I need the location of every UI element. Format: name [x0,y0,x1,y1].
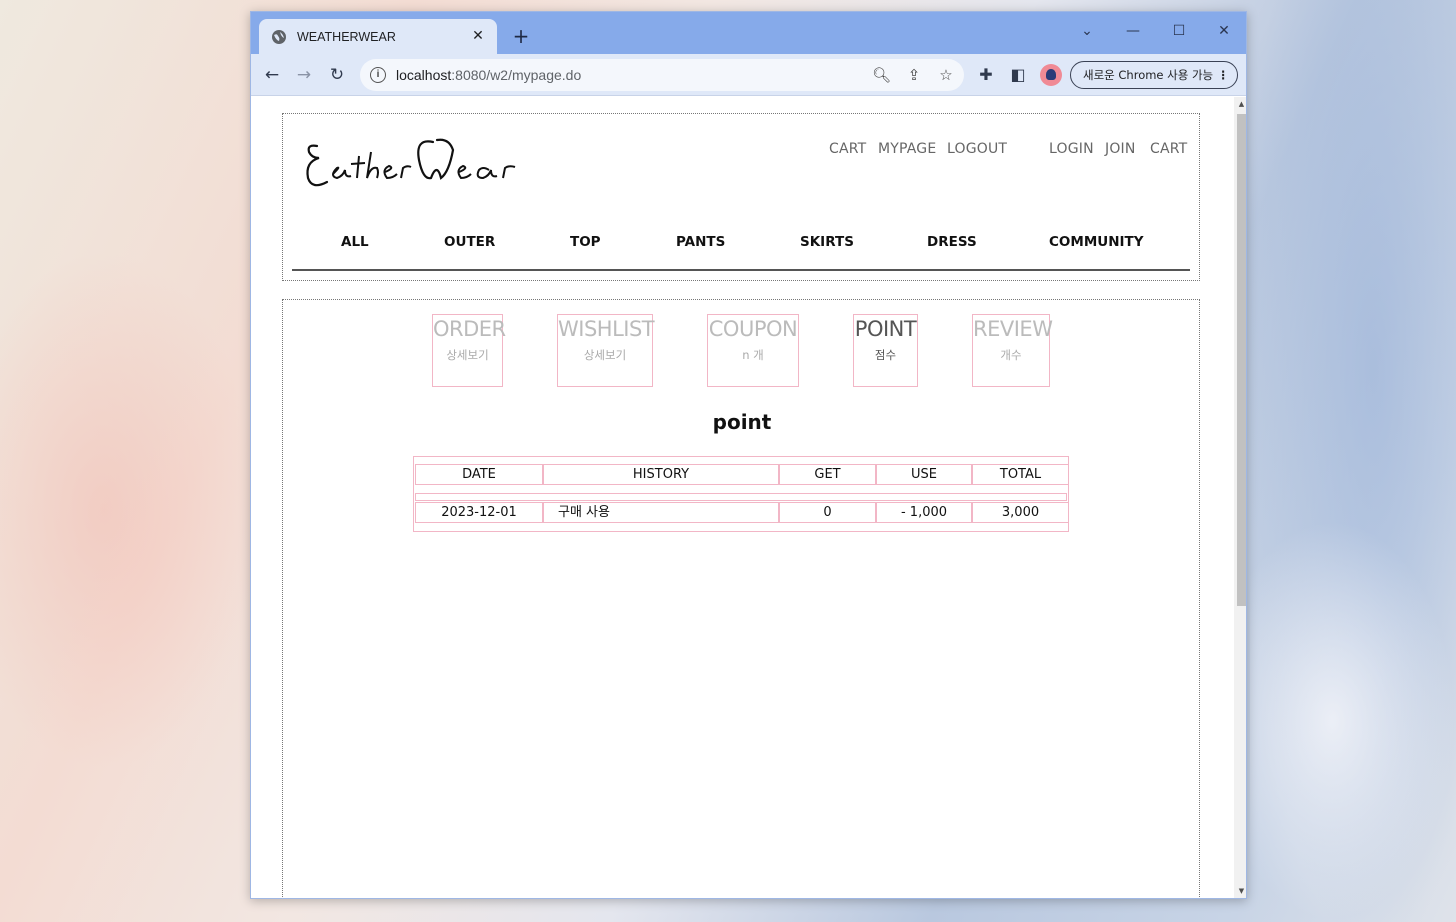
forward-icon[interactable]: → [291,62,317,88]
cell-get: 0 [779,502,876,523]
browser-tab[interactable]: WEATHERWEAR ✕ [259,19,497,54]
extensions-icon[interactable]: ✚ [976,65,996,85]
util-link-cart-2[interactable]: CART [1150,141,1187,157]
header-total: TOTAL [972,464,1069,485]
nav-divider [292,269,1190,271]
header-use: USE [876,464,972,485]
browser-window: WEATHERWEAR ✕ + ⌄ — ☐ ✕ ← → ↻ i localhos… [250,11,1247,899]
nav-dress[interactable]: DRESS [927,234,977,250]
cell-history: 구매 사용 [543,502,779,523]
header-get: GET [779,464,876,485]
util-link-mypage[interactable]: MYPAGE [878,141,936,157]
close-tab-icon[interactable]: ✕ [469,27,487,45]
cell-use: - 1,000 [876,502,972,523]
nav-outer[interactable]: OUTER [444,234,495,250]
nav-top[interactable]: TOP [570,234,601,250]
globe-icon [272,29,286,44]
menu-card-point[interactable]: POINT 점수 [853,314,918,387]
tab-title: WEATHERWEAR [297,29,396,44]
browser-toolbar: ← → ↻ i localhost:8080/w2/mypage.do 🔍︎ ⇪… [251,54,1246,96]
scroll-up-icon[interactable]: ▲ [1237,99,1246,109]
point-table: DATE HISTORY GET USE TOTAL 2023-12-01 구매… [413,456,1069,532]
minimize-button[interactable]: — [1121,19,1145,43]
address-bar[interactable]: i localhost:8080/w2/mypage.do 🔍︎ ⇪ ☆ [360,59,964,91]
maximize-button[interactable]: ☐ [1167,19,1191,43]
cell-date: 2023-12-01 [415,502,543,523]
menu-dots-icon[interactable]: ⋮ [1218,62,1230,88]
table-header-row: DATE HISTORY GET USE TOTAL [415,464,1069,485]
menu-card-coupon[interactable]: COUPON n 개 [707,314,799,387]
page-scrollbar[interactable]: ▲ ▼ [1234,97,1246,898]
nav-community[interactable]: COMMUNITY [1049,234,1144,250]
wallpaper-blob [1250,520,1456,922]
profile-avatar[interactable] [1040,64,1062,86]
back-icon[interactable]: ← [259,62,285,88]
bookmark-star-icon[interactable]: ☆ [937,66,955,84]
page-viewport: CART MYPAGE LOGOUT LOGIN JOIN CART ALL O… [251,97,1246,898]
mypage-content: ORDER 상세보기 WISHLIST 상세보기 COUPON n 개 POIN… [282,299,1200,898]
share-icon[interactable]: ⇪ [905,66,923,84]
site-header: CART MYPAGE LOGOUT LOGIN JOIN CART ALL O… [282,113,1200,281]
tab-search-icon[interactable]: ⌄ [1075,19,1099,43]
new-tab-button[interactable]: + [510,25,532,47]
section-title: point [712,410,772,434]
menu-card-review[interactable]: REVIEW 개수 [972,314,1053,387]
nav-skirts[interactable]: SKIRTS [800,234,854,250]
url-text[interactable]: localhost:8080/w2/mypage.do [396,67,581,83]
header-history: HISTORY [543,464,779,485]
zoom-icon[interactable]: 🔍︎ [872,66,891,84]
util-link-logout[interactable]: LOGOUT [947,141,1007,157]
close-window-button[interactable]: ✕ [1212,19,1236,43]
wallpaper-blob [0,250,260,770]
util-link-join[interactable]: JOIN [1105,141,1136,157]
util-link-cart[interactable]: CART [829,141,866,157]
scroll-thumb[interactable] [1237,114,1246,606]
side-panel-icon[interactable]: ◧ [1008,65,1028,85]
scroll-down-icon[interactable]: ▼ [1237,886,1246,896]
header-date: DATE [415,464,543,485]
cell-total: 3,000 [972,502,1069,523]
site-info-icon[interactable]: i [370,67,386,83]
chrome-update-button[interactable]: 새로운 Chrome 사용 가능 ⋮ [1070,61,1238,89]
nav-pants[interactable]: PANTS [676,234,725,250]
site-logo[interactable] [303,132,543,202]
nav-all[interactable]: ALL [341,234,369,250]
reload-icon[interactable]: ↻ [324,62,350,88]
util-link-login[interactable]: LOGIN [1049,141,1094,157]
table-spacer [415,493,1067,501]
tab-strip: WEATHERWEAR ✕ + ⌄ — ☐ ✕ [251,12,1246,54]
menu-card-wishlist[interactable]: WISHLIST 상세보기 [557,314,655,387]
menu-card-order[interactable]: ORDER 상세보기 [432,314,506,387]
table-row: 2023-12-01 구매 사용 0 - 1,000 3,000 [415,502,1069,523]
